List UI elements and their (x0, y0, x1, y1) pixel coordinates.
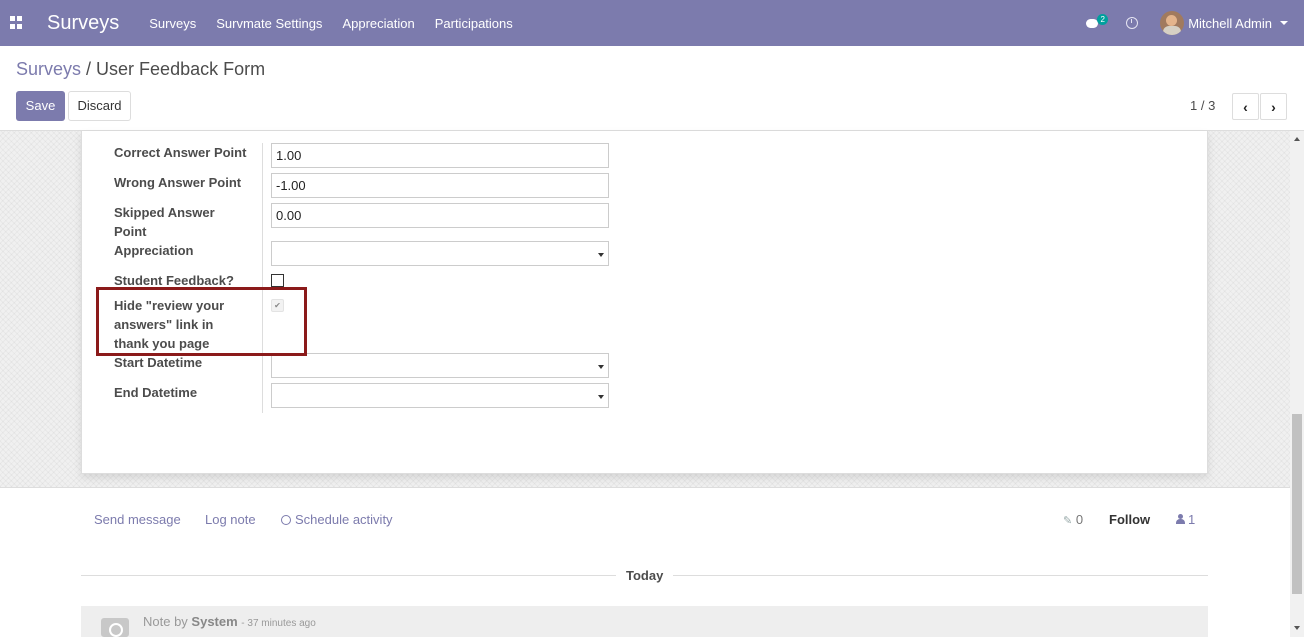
scroll-down-arrow-icon[interactable] (1294, 626, 1300, 630)
breadcrumb: Surveys / User Feedback Form (16, 59, 265, 80)
main-menu: Surveys Survmate Settings Appreciation P… (149, 16, 513, 31)
follow-button[interactable]: Follow (1109, 512, 1150, 527)
discard-button[interactable]: Discard (68, 91, 131, 121)
today-separator-label: Today (616, 568, 674, 583)
messaging-badge: 2 (1097, 14, 1109, 25)
appreciation-label: Appreciation (114, 243, 194, 258)
scrollbar-thumb[interactable] (1292, 414, 1302, 594)
chatter-divider (0, 487, 1290, 488)
apps-menu-icon[interactable] (10, 16, 24, 30)
skipped-answer-point-label: Skipped Answer Point (114, 205, 215, 239)
breadcrumb-separator: / (81, 59, 97, 79)
end-datetime-input[interactable] (271, 383, 609, 408)
scroll-up-arrow-icon[interactable] (1294, 137, 1300, 141)
user-icon (1176, 514, 1185, 524)
followers-button[interactable]: 1 (1176, 512, 1195, 527)
top-navbar: Surveys Surveys Survmate Settings Apprec… (0, 0, 1304, 46)
attachments-button[interactable]: ✎ 0 (1063, 512, 1083, 527)
wrong-answer-point-input[interactable]: -1.00 (271, 173, 609, 198)
followers-count: 1 (1188, 512, 1196, 527)
attachments-count: 0 (1075, 512, 1084, 527)
save-button[interactable]: Save (16, 91, 65, 121)
pager-next-button[interactable]: › (1260, 93, 1287, 120)
label-column-separator (262, 143, 263, 413)
chevron-right-icon: › (1271, 98, 1276, 115)
app-brand[interactable]: Surveys (47, 12, 119, 35)
activity-clock-icon[interactable] (1126, 17, 1139, 29)
skipped-answer-point-input[interactable]: 0.00 (271, 203, 609, 228)
menu-item-appreciation[interactable]: Appreciation (342, 16, 414, 31)
paperclip-icon: ✎ (1063, 515, 1073, 527)
menu-item-survmate-settings[interactable]: Survmate Settings (216, 16, 322, 31)
note-prefix: Note by (143, 614, 192, 629)
caret-down-icon[interactable] (1280, 21, 1288, 25)
correct-answer-point-label: Correct Answer Point (114, 145, 247, 160)
message-time: - 37 minutes ago (241, 618, 316, 629)
menu-item-surveys[interactable]: Surveys (149, 16, 196, 31)
camera-avatar-icon (101, 618, 129, 637)
correct-answer-point-input[interactable]: 1.00 (271, 143, 609, 168)
appreciation-select[interactable] (271, 241, 609, 266)
end-datetime-label: End Datetime (114, 385, 198, 400)
menu-item-participations[interactable]: Participations (435, 16, 513, 31)
send-message-button[interactable]: Send message (94, 512, 181, 527)
messaging-icon[interactable]: 2 (1086, 14, 1109, 31)
schedule-activity-label: Schedule activity (295, 512, 393, 527)
chevron-left-icon: ‹ (1243, 98, 1248, 115)
message-header: Note by System - 37 minutes ago (143, 614, 316, 629)
pager-value[interactable]: 1 / 3 (1190, 98, 1215, 113)
breadcrumb-current: User Feedback Form (96, 59, 266, 79)
user-menu-name[interactable]: Mitchell Admin (1188, 16, 1272, 31)
message-author[interactable]: System (191, 614, 237, 629)
user-avatar[interactable] (1160, 11, 1185, 35)
breadcrumb-parent-link[interactable]: Surveys (16, 59, 81, 79)
schedule-activity-button[interactable]: Schedule activity (281, 512, 393, 527)
start-datetime-input[interactable] (271, 353, 609, 378)
wrong-answer-point-label: Wrong Answer Point (114, 175, 242, 190)
highlight-annotation-box (96, 287, 307, 356)
student-feedback-checkbox[interactable] (271, 274, 284, 287)
pager-previous-button[interactable]: ‹ (1232, 93, 1259, 120)
log-note-button[interactable]: Log note (205, 512, 256, 527)
navbar-systray: 2 Mitchell Admin (1086, 0, 1288, 46)
clock-icon (281, 515, 291, 525)
